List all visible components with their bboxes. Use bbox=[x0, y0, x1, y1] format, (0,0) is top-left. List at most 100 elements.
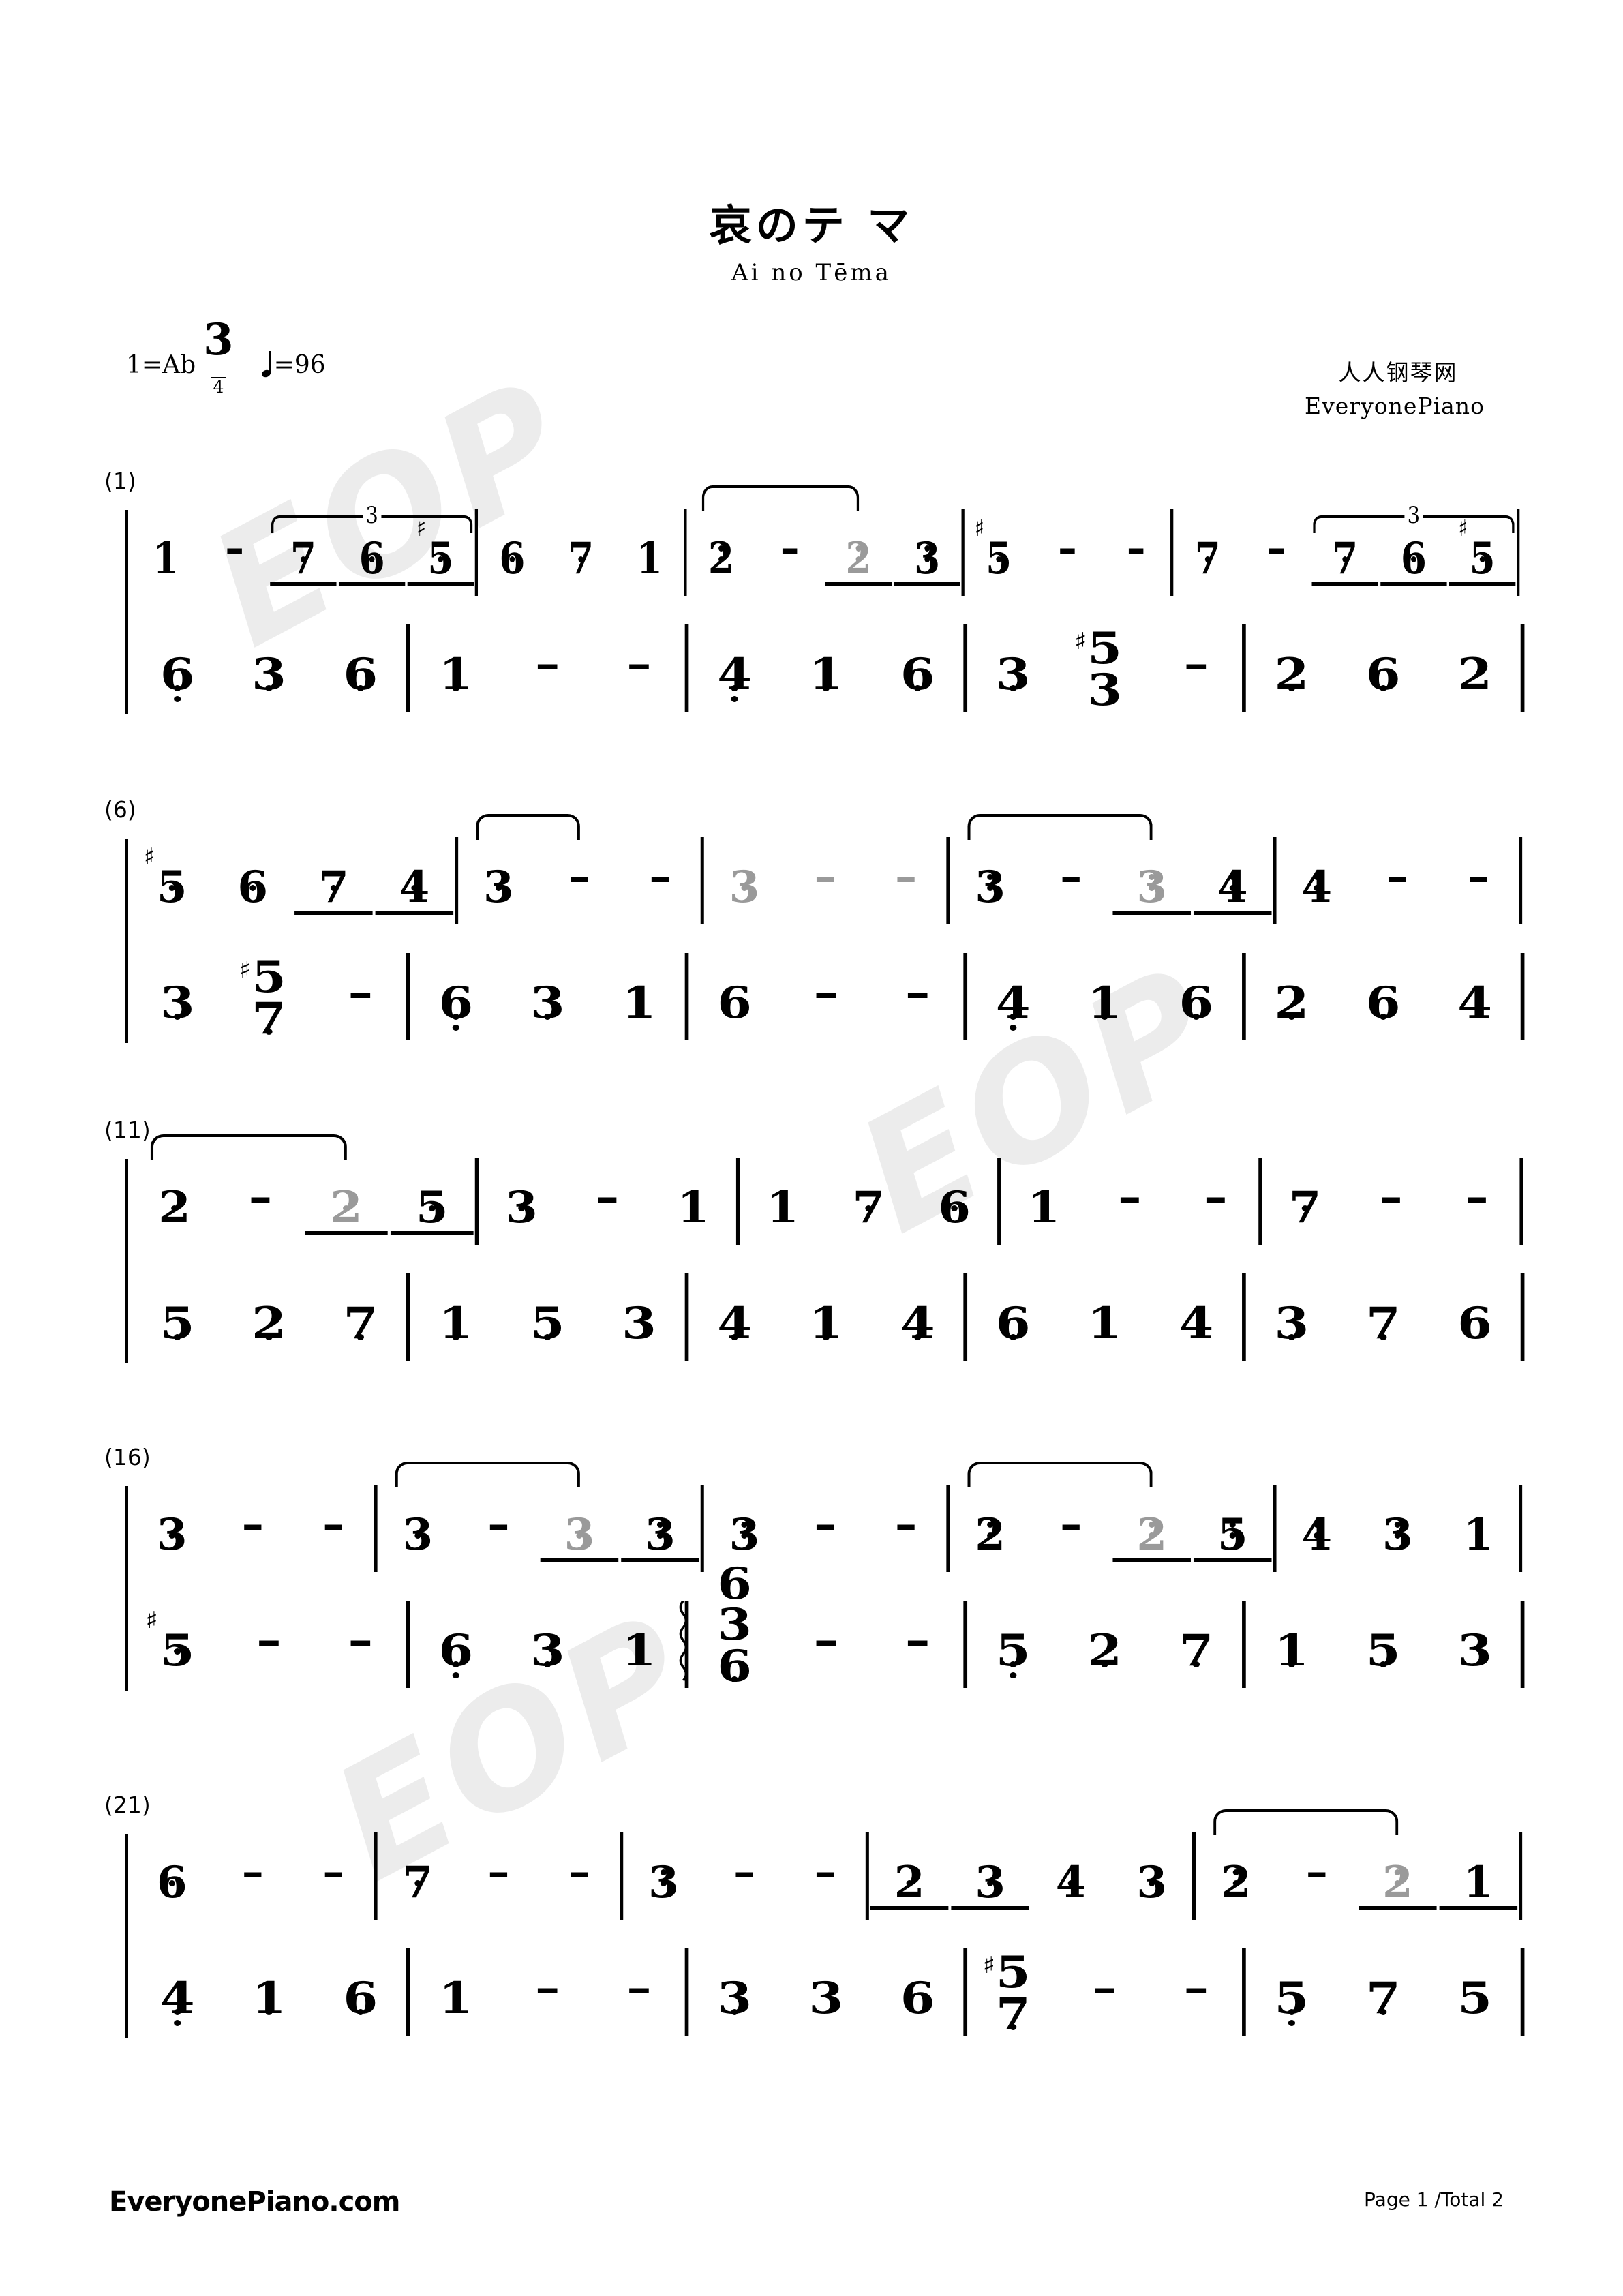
octave-dot-down bbox=[1010, 1025, 1017, 1031]
beam-line bbox=[621, 1558, 699, 1562]
note-cell: – bbox=[785, 1485, 866, 1572]
note-number: 1 bbox=[808, 1298, 844, 1349]
octave-dot-up bbox=[576, 1532, 583, 1539]
octave-dot-down bbox=[822, 685, 830, 691]
octave-dot-down bbox=[1192, 1014, 1200, 1020]
octave-dot-down bbox=[1288, 1334, 1296, 1340]
note-number: 3 bbox=[717, 1973, 752, 2024]
note-number: 6 bbox=[995, 1298, 1031, 1349]
octave-dot-up bbox=[1204, 556, 1211, 562]
barline bbox=[1520, 624, 1525, 712]
sustain-dash: – bbox=[1060, 1498, 1082, 1550]
footer-website: EveryonePiano.com bbox=[109, 2186, 400, 2218]
note-number: 1 bbox=[1087, 978, 1122, 1029]
note-cell: 3 bbox=[704, 837, 785, 924]
staff-rows: 6 – – 7 – – 3 – – 2 3 4 3 2 – 2 1 4 1 6 … bbox=[132, 1801, 1525, 2036]
octave-dot-up bbox=[1475, 1532, 1482, 1539]
note-cell: 4 bbox=[1151, 1273, 1242, 1361]
octave-dot-up bbox=[987, 1522, 994, 1528]
octave-dot-up bbox=[1229, 1532, 1236, 1539]
note-number: 1 bbox=[252, 1973, 286, 2024]
octave-dot-down bbox=[914, 685, 922, 691]
note-cell: 4 bbox=[872, 1273, 963, 1361]
note-number: 2 bbox=[1274, 649, 1309, 700]
note-cell: 6 bbox=[132, 624, 223, 712]
note-cell: 6 bbox=[911, 1158, 997, 1245]
note-cell: 3 bbox=[623, 1832, 704, 1920]
note-cell: – bbox=[1059, 1948, 1150, 2036]
note-number: 5 bbox=[1275, 1977, 1309, 2026]
note-number: 3 bbox=[648, 1857, 679, 1908]
octave-dot-up bbox=[1229, 885, 1236, 891]
octave-dot-down bbox=[1380, 1661, 1387, 1667]
octave-dot-down bbox=[174, 1334, 181, 1340]
note-cell: 5 bbox=[1429, 1948, 1520, 2036]
sustain-dash: – bbox=[568, 1846, 591, 1897]
key-and-tempo: 1=Ab 3 4 =96 bbox=[126, 318, 326, 396]
note-cell: 4 bbox=[1277, 837, 1358, 924]
note-cell: – bbox=[866, 837, 947, 924]
note-number: 4 bbox=[1301, 862, 1333, 913]
octave-dot-up bbox=[495, 885, 502, 891]
octave-dot-down bbox=[452, 1672, 459, 1678]
octave-dot-up bbox=[951, 1205, 958, 1211]
sustain-dash: – bbox=[248, 1171, 272, 1222]
octave-dot-up bbox=[690, 1205, 697, 1211]
octave-dot-down bbox=[357, 1334, 364, 1340]
sustain-dash: – bbox=[1183, 638, 1209, 689]
beam-line bbox=[951, 1906, 1029, 1910]
measure: 3 ♯ 5 7 – bbox=[132, 953, 406, 1041]
beam-line bbox=[390, 1231, 474, 1235]
note-cell: 6 bbox=[315, 1948, 406, 2036]
note-cell: 2 bbox=[687, 509, 756, 596]
note-cell: – bbox=[1277, 1832, 1358, 1920]
octave-dot-up bbox=[987, 1532, 994, 1539]
note-number: 3 bbox=[252, 649, 286, 700]
beam-line bbox=[1193, 911, 1272, 915]
note-cell: 7 bbox=[1262, 1158, 1348, 1245]
measure: ♯5 – – bbox=[132, 1601, 406, 1688]
sustain-dash: – bbox=[1386, 851, 1409, 902]
note-number: 4 bbox=[160, 1977, 195, 2026]
note-number: 3 bbox=[530, 1625, 565, 1676]
system-brace: { bbox=[99, 1485, 122, 1689]
note-number: 6 bbox=[343, 1973, 378, 2024]
staff-rows: 3 1 – 7 6 ♯5 6 7 1 2 – 2 3 ♯5 – – 3 7 – … bbox=[132, 477, 1525, 716]
note-number: 6 bbox=[1179, 978, 1214, 1029]
octave-dot-up bbox=[855, 545, 862, 552]
sustain-dash: – bbox=[534, 1962, 560, 2013]
chord: 636 bbox=[679, 1562, 780, 1689]
note-number: 6 bbox=[156, 1857, 187, 1908]
note-cell: – bbox=[785, 837, 866, 924]
octave-dot-down bbox=[544, 1014, 551, 1020]
note-number: 6 bbox=[900, 649, 935, 700]
note-cell: 4 bbox=[967, 953, 1059, 1040]
measure: 4 1 6 bbox=[132, 1948, 406, 2036]
footer-page-indicator: Page 1 /Total 2 bbox=[1364, 2188, 1504, 2211]
chord-note: 3 bbox=[1087, 665, 1122, 716]
note-number: 3 bbox=[402, 1509, 434, 1560]
octave-dot-down bbox=[1380, 685, 1387, 691]
sharp-icon: ♯ bbox=[1458, 515, 1468, 542]
octave-dot-up bbox=[1314, 1522, 1320, 1528]
note-cell: 6 bbox=[337, 509, 406, 596]
octave-dot-down bbox=[914, 1334, 922, 1340]
octave-dot-up bbox=[1232, 1869, 1239, 1875]
measure: 2 – 2 1 bbox=[1196, 1809, 1519, 1920]
octave-dot-up bbox=[1149, 885, 1155, 891]
note-number: 5 bbox=[1457, 1973, 1492, 2024]
note-cell: 1 bbox=[1001, 1158, 1087, 1245]
measure: 1 5 3 bbox=[410, 1273, 685, 1361]
octave-dot-up bbox=[330, 885, 337, 891]
note-cell: 3 bbox=[1246, 1273, 1337, 1361]
note-cell: ♯5 bbox=[406, 509, 475, 596]
note-number: 6 bbox=[1365, 978, 1401, 1029]
note-number: 1 bbox=[766, 1182, 799, 1233]
measure: 6 3 1 bbox=[410, 1601, 685, 1688]
note-cell: 2 bbox=[223, 1273, 314, 1361]
note-cell: – bbox=[1102, 509, 1170, 596]
note-number: 2 bbox=[158, 1182, 191, 1233]
note-number: 1 bbox=[637, 537, 663, 581]
octave-dot-up bbox=[660, 1880, 667, 1886]
octave-dot-up bbox=[1394, 1522, 1401, 1528]
